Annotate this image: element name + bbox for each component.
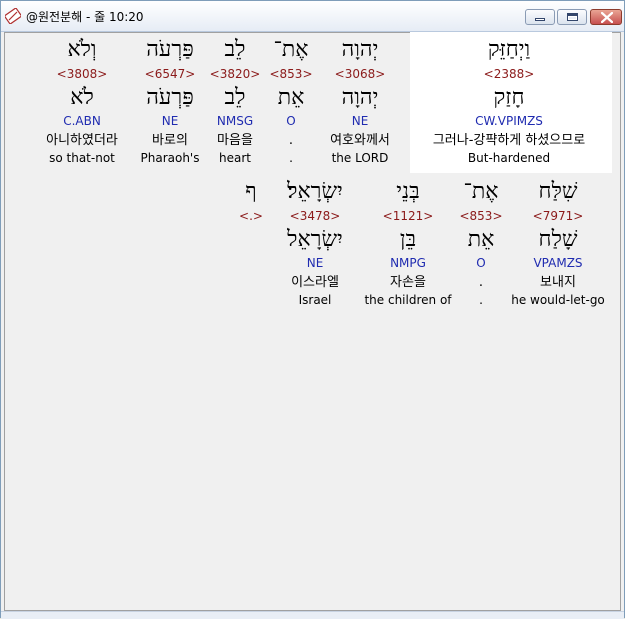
word-cell[interactable]: וְלֹא <3808> לֹא C.ABN 아니하였더라 so that-not xyxy=(0,33,182,173)
window-title: @원전분해 - 줄 10:20 xyxy=(26,10,144,24)
bible-app-icon[interactable] xyxy=(4,7,22,25)
interlinear-pane[interactable]: וַיְחַזֵּק <2388> חָזַק CW.VPIMZS 그러나-강퍅하게 하… xyxy=(4,32,621,611)
main-window: @원전분해 - 줄 10:20 וַיְחַזֵּק <2388> חָזַק CW.… xyxy=(0,0,625,619)
word-english: so that-not xyxy=(49,151,115,165)
word-strong: <.> xyxy=(239,209,263,223)
word-hebrew: ף xyxy=(245,179,257,204)
close-icon[interactable] xyxy=(590,9,622,25)
word-morph: C.ABN xyxy=(63,114,101,128)
title-bar[interactable]: @원전분해 - 줄 10:20 xyxy=(1,1,624,32)
word-strong: <3808> xyxy=(56,67,108,81)
word-korean: 아니하였더라 xyxy=(46,133,118,148)
minimize-icon[interactable] xyxy=(525,9,555,25)
word-cell[interactable]: ף <.> xyxy=(151,175,351,315)
word-hebrew: וְלֹא xyxy=(67,37,97,62)
word-lemma: לֹא xyxy=(70,85,94,110)
maximize-icon[interactable] xyxy=(557,9,587,25)
